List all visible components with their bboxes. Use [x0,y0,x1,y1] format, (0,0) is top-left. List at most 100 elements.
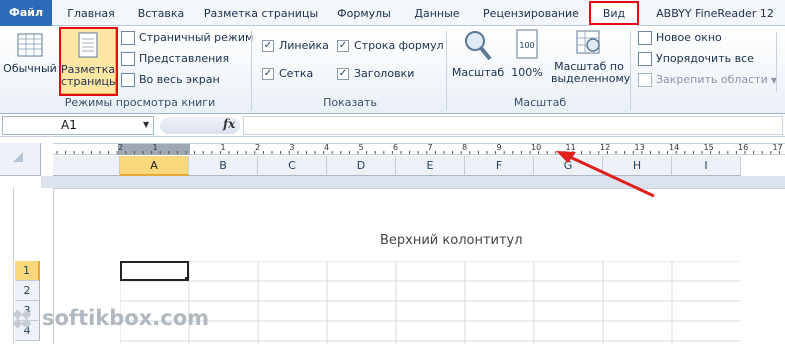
new-window-label: Новое окно [656,31,722,44]
row-header-1[interactable]: 1 [15,261,40,281]
ruler-number: 11 [565,143,576,152]
column-header-h[interactable]: H [603,156,672,176]
column-header-e[interactable]: E [396,156,465,176]
arrange-all-icon [638,52,652,66]
zoom-label: Масштаб [451,66,505,79]
views-group-label: Режимы просмотра книги [64,96,216,109]
zoom-group-label: Масштаб [513,96,567,109]
tab-data[interactable]: Данные [405,3,469,25]
ruler-number: 8 [462,143,468,152]
vertical-ruler-margin [1,188,13,256]
column-header-b[interactable]: B [189,156,258,176]
full-screen-label: Во весь экран [139,73,220,86]
ribbon-overflow-edge [776,32,785,92]
tab-page-layout[interactable]: Разметка страницы [200,3,322,25]
custom-views-label: Представления [139,52,230,65]
full-screen-icon [121,73,135,87]
custom-views-icon [121,52,135,66]
arrange-all-label: Упорядочить все [656,52,754,65]
zoom-selection-line2: выделенному [551,72,631,85]
freeze-panes-label: Закрепить области [656,73,768,86]
column-header-d[interactable]: D [327,156,396,176]
column-header-a[interactable]: A [120,156,189,176]
ruler-number: 6 [393,143,399,152]
ruler-number: 1 [152,143,158,152]
ruler-number: 1 [220,143,226,152]
tab-review[interactable]: Рецензирование [476,3,586,25]
zoom-100-label: 100% [511,66,543,79]
zoom-button[interactable]: Масштаб [451,28,505,79]
normal-view-button[interactable]: Обычный [2,30,58,75]
name-box-dropdown-icon[interactable]: ▼ [143,120,149,129]
corner-triangle-icon [13,152,23,162]
column-header-f[interactable]: F [465,156,534,176]
normal-view-label: Обычный [3,62,57,75]
full-screen-button[interactable]: Во весь экран [121,71,220,89]
page-header-placeholder[interactable]: Верхний колонтитул [380,233,523,248]
tab-view[interactable]: Вид [590,2,638,26]
freeze-panes-icon [638,73,652,87]
formula-bar-label: Строка формул [354,39,444,52]
ruler-number: 10 [531,143,542,152]
arrange-all-button[interactable]: Упорядочить все [638,50,754,68]
tab-home[interactable]: Главная [60,3,122,25]
ruler-number: 14 [669,143,680,152]
active-cell-A1 [120,261,189,281]
ruler-checkbox[interactable]: ✓ Линейка [262,37,329,55]
formula-bar-checkbox[interactable]: ✓ Строка формул [337,37,444,55]
column-header-c[interactable]: C [258,156,327,176]
svg-text:100: 100 [519,41,534,50]
page-break-label: Страничный режим [139,31,254,44]
row-header-2[interactable]: 2 [15,281,40,301]
headings-checkbox[interactable]: ✓ Заголовки [337,65,414,83]
tab-formulas[interactable]: Формулы [330,3,398,25]
softikbox-logo-icon [12,309,32,329]
page-gap [41,176,785,188]
ruler-number: 3 [289,143,295,152]
new-window-icon [638,31,652,45]
zoom-100-button[interactable]: 100 100% [509,28,545,79]
cell-grid[interactable] [120,261,740,344]
ruler-number: 5 [358,143,364,152]
gridlines-checkbox[interactable]: ✓ Сетка [262,65,313,83]
page-layout-label-line2: страницы [61,75,118,88]
ruler-number: 15 [703,143,714,152]
custom-views-button[interactable]: Представления [121,50,229,68]
formula-bar: A1 ▼ fx [0,114,785,137]
column-header-i[interactable]: I [672,156,741,176]
gridlines-check-icon[interactable]: ✓ [262,68,274,80]
page-break-icon [121,31,135,45]
ruler-number: 4 [324,143,330,152]
tab-abbyy[interactable]: ABBYY FineReader 12 [645,3,785,25]
ruler-check-icon[interactable]: ✓ [262,40,274,52]
ruler-number: 7 [427,143,433,152]
ruler-number: 2 [255,143,261,152]
group-separator [630,30,631,110]
column-header-margin [53,156,120,176]
fx-icon[interactable]: fx [223,117,235,131]
headings-label: Заголовки [354,67,415,80]
tab-insert[interactable]: Вставка [130,3,192,25]
freeze-panes-button[interactable]: Закрепить области ▼ [638,71,777,89]
zoom-100-icon: 100 [516,29,538,59]
page-layout-view-button[interactable]: Разметка страницы [60,28,118,94]
normal-view-icon [17,33,43,57]
formula-bar-check-icon[interactable]: ✓ [337,40,349,52]
ruler-numbers: 1 2 3 4 5 6 7 8 9 10 11 12 13 14 15 16 17 1 2 [53,143,785,155]
horizontal-ruler[interactable]: 1 2 3 4 5 6 7 8 9 10 11 12 13 14 15 16 17 1 2 [53,143,785,155]
ruler-number: 2 [118,143,124,152]
page-layout-icon [78,32,98,58]
ruler-number: 13 [634,143,645,152]
headings-check-icon[interactable]: ✓ [337,68,349,80]
name-box[interactable]: A1 [2,116,154,135]
ruler-number: 17 [772,143,783,152]
column-header-g[interactable]: G [534,156,603,176]
formula-input[interactable] [243,116,783,135]
zoom-to-selection-button[interactable]: Масштаб по выделенному [551,28,631,85]
new-window-button[interactable]: Новое окно [638,29,722,47]
ruler-number: 9 [496,143,502,152]
group-separator [251,30,252,110]
tab-file[interactable]: Файл [0,0,52,26]
ruler-number: 12 [600,143,611,152]
page-break-preview-button[interactable]: Страничный режим [121,29,253,47]
